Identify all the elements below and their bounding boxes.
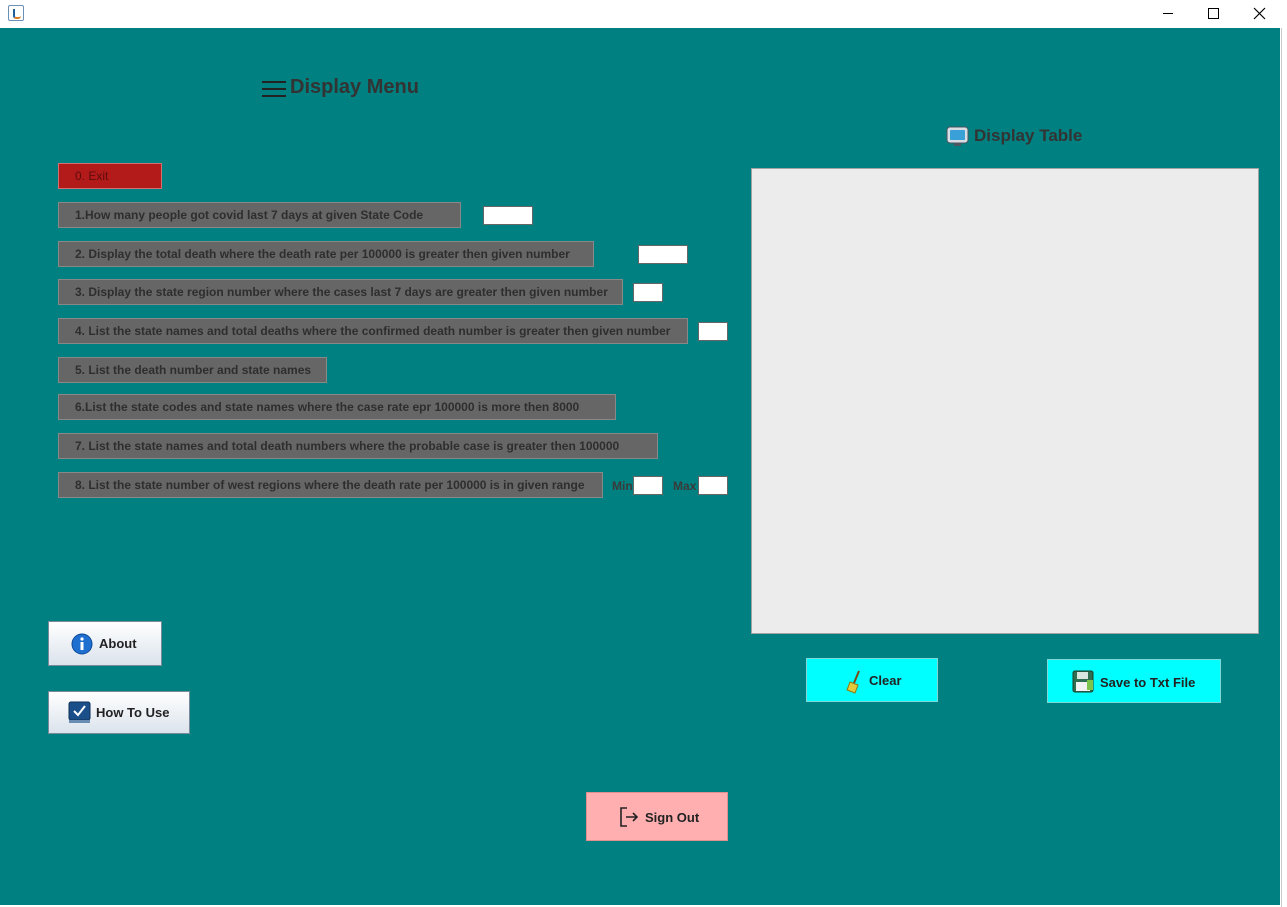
clear-button[interactable]: Clear	[806, 658, 938, 702]
option-1-button[interactable]: 1.How many people got covid last 7 days …	[58, 202, 461, 228]
save-to-txt-label: Save to Txt File	[1100, 675, 1196, 690]
close-icon	[1253, 7, 1266, 20]
death-rate-input[interactable]	[638, 245, 688, 264]
option-4-button[interactable]: 4. List the state names and total deaths…	[58, 318, 688, 344]
confirmed-death-input[interactable]	[698, 322, 728, 341]
floppy-disk-icon	[1072, 670, 1094, 693]
option-2-button[interactable]: 2. Display the total death where the dea…	[58, 241, 594, 267]
display-table-area[interactable]	[751, 168, 1259, 634]
sign-out-button[interactable]: Sign Out	[586, 792, 728, 841]
title-bar	[0, 0, 1287, 28]
monitor-icon	[946, 126, 969, 146]
java-app-icon	[8, 5, 24, 21]
cases-last7-input[interactable]	[633, 283, 663, 302]
broom-icon	[846, 670, 860, 694]
display-table-title: Display Table	[974, 126, 1083, 145]
hamburger-menu-icon	[262, 80, 286, 98]
close-button[interactable]	[1236, 0, 1282, 28]
range-max-input[interactable]	[698, 476, 728, 495]
maximize-button[interactable]	[1190, 0, 1236, 28]
range-min-label: Min	[612, 479, 633, 493]
option-3-button[interactable]: 3. Display the state region number where…	[58, 279, 623, 305]
checkmark-screen-icon	[68, 701, 91, 723]
save-to-txt-button[interactable]: Save to Txt File	[1047, 659, 1221, 703]
option-8-button[interactable]: 8. List the state number of west regions…	[58, 472, 603, 498]
how-to-use-label: How To Use	[96, 705, 170, 720]
about-label: About	[99, 636, 137, 651]
menu-title: Display Menu	[290, 76, 419, 98]
sign-out-label: Sign Out	[645, 810, 700, 825]
range-min-input[interactable]	[633, 476, 663, 495]
exit-option-button[interactable]: 0. Exit	[58, 163, 162, 189]
about-button[interactable]: About	[48, 621, 162, 666]
sign-out-icon	[620, 807, 639, 827]
minimize-button[interactable]	[1145, 0, 1191, 28]
info-icon	[71, 633, 93, 655]
clear-label: Clear	[869, 673, 902, 688]
option-5-button[interactable]: 5. List the death number and state names	[58, 357, 327, 383]
option-6-button[interactable]: 6.List the state codes and state names w…	[58, 394, 616, 420]
option-7-button[interactable]: 7. List the state names and total death …	[58, 433, 658, 459]
window-edge	[1280, 28, 1287, 907]
how-to-use-button[interactable]: How To Use	[48, 691, 190, 734]
range-max-label: Max	[673, 479, 697, 493]
state-code-input[interactable]	[483, 206, 533, 225]
